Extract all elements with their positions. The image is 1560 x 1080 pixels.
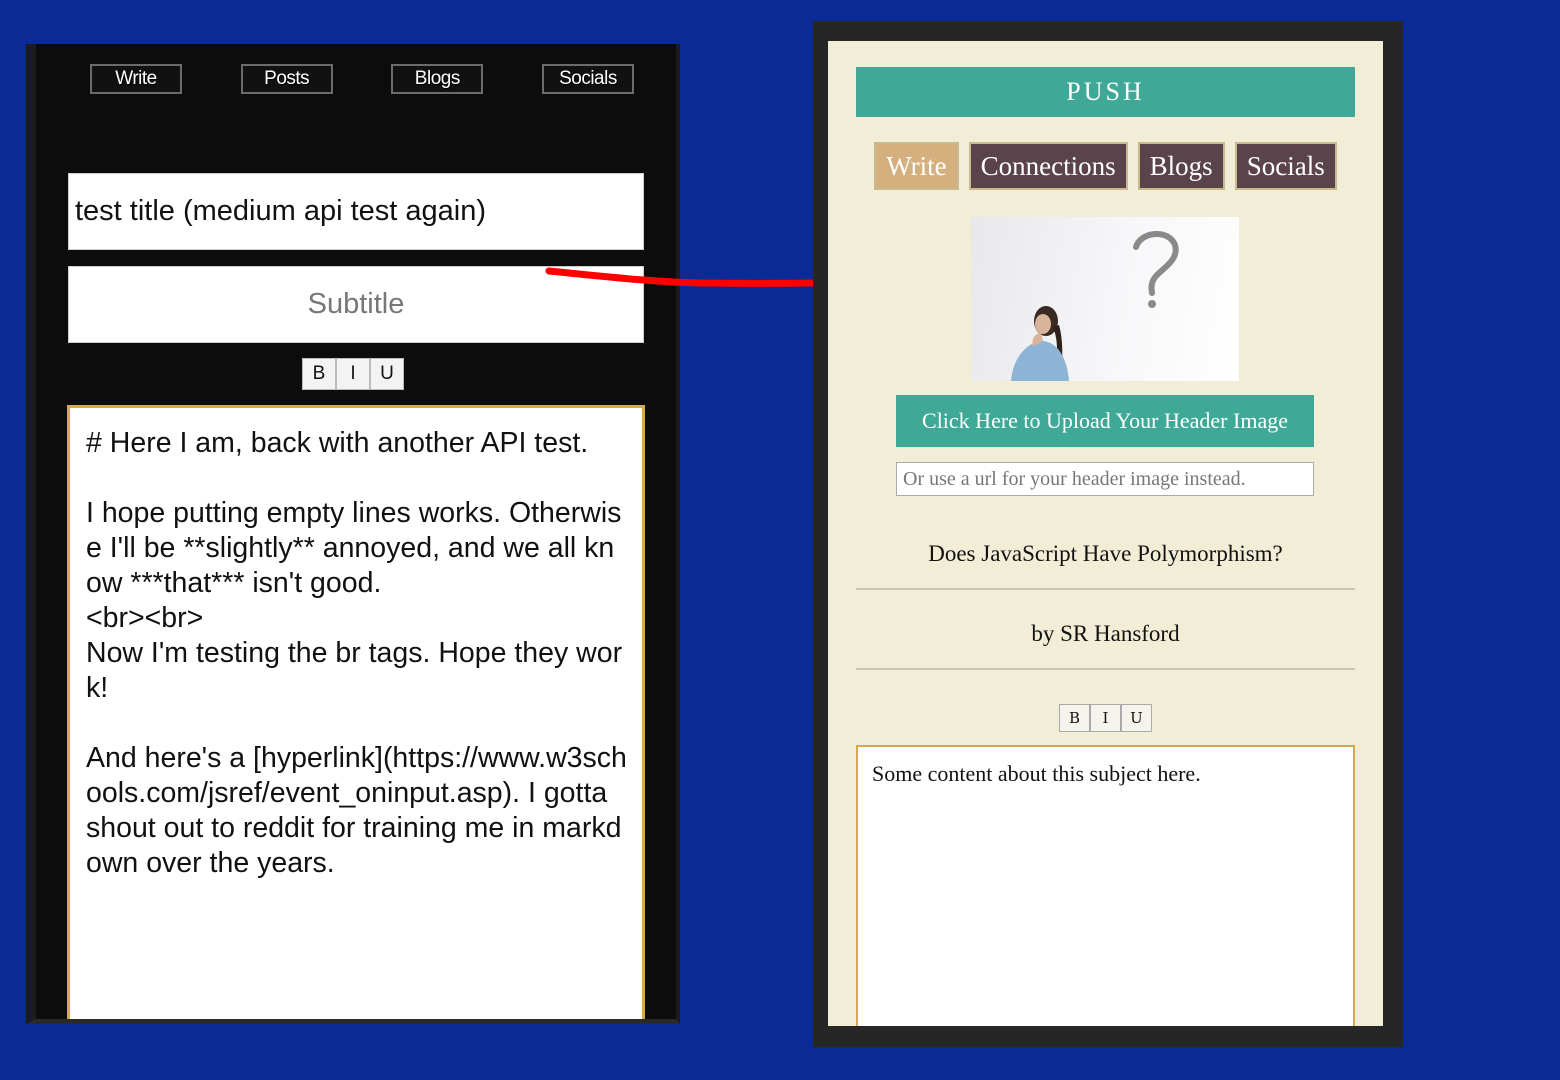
format-toolbar: B I U xyxy=(1059,704,1152,732)
header-image-url-input[interactable]: Or use a url for your header image inste… xyxy=(896,462,1314,496)
new-editor-nav: Write Connections Blogs Socials xyxy=(828,142,1383,190)
new-editor-frame: PUSH Write Connections Blogs Socials Cli… xyxy=(813,21,1403,1047)
nav-socials-button[interactable]: Socials xyxy=(1234,142,1337,190)
content-editor[interactable]: Some content about this subject here. xyxy=(856,745,1355,1026)
brand-banner: PUSH xyxy=(856,67,1355,117)
nav-write-button[interactable]: Write xyxy=(874,142,959,190)
header-image-preview xyxy=(971,217,1239,381)
byline-field[interactable]: by SR Hansford xyxy=(856,621,1355,647)
title-divider xyxy=(856,588,1355,590)
byline-divider xyxy=(856,668,1355,670)
nav-connections-button[interactable]: Connections xyxy=(968,142,1128,190)
bold-button[interactable]: B xyxy=(1059,704,1090,732)
underline-button[interactable]: U xyxy=(1121,704,1152,732)
post-title-field[interactable]: Does JavaScript Have Polymorphism? xyxy=(856,541,1355,567)
italic-button[interactable]: I xyxy=(1090,704,1121,732)
new-editor-panel: PUSH Write Connections Blogs Socials Cli… xyxy=(828,41,1383,1026)
nav-blogs-button[interactable]: Blogs xyxy=(1137,142,1225,190)
upload-header-image-button[interactable]: Click Here to Upload Your Header Image xyxy=(896,395,1314,447)
